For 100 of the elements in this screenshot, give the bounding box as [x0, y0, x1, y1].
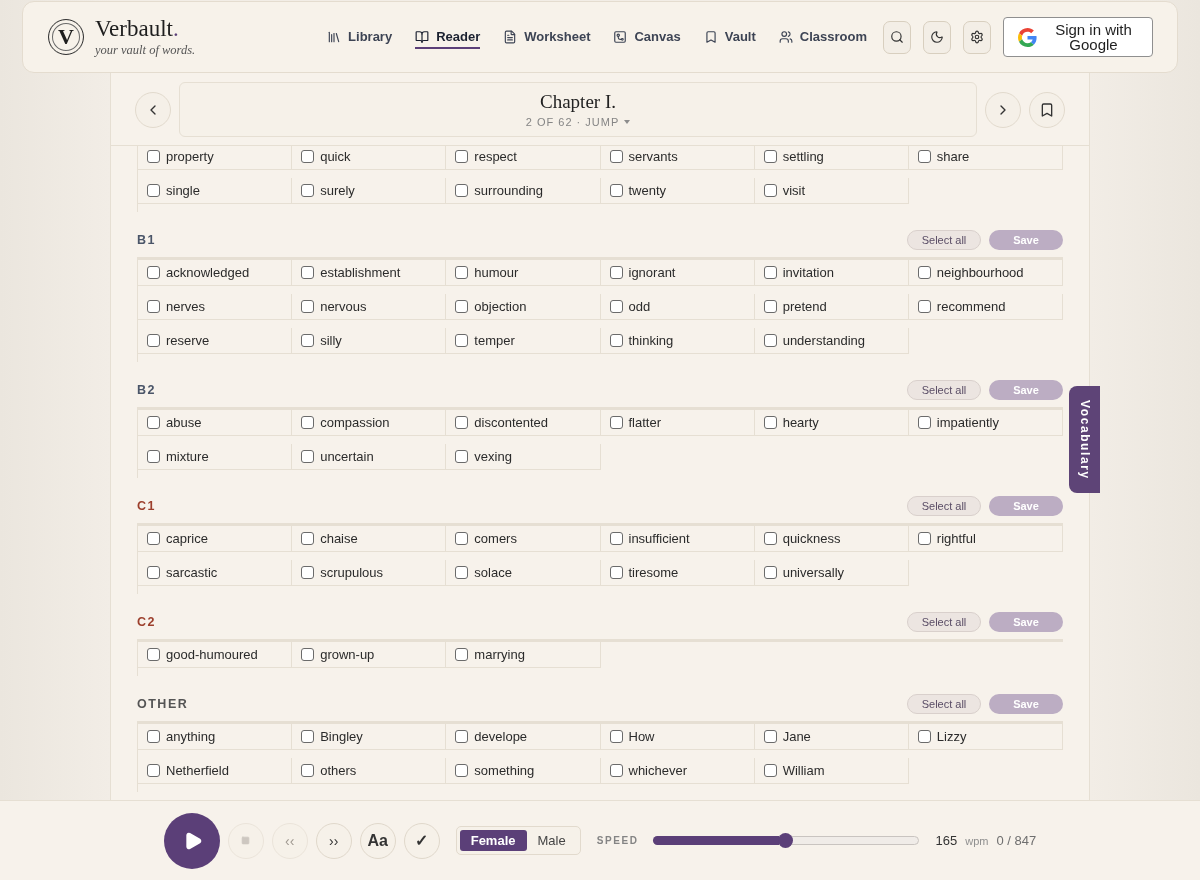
checkbox[interactable] — [917, 416, 931, 429]
checkbox[interactable] — [455, 266, 469, 279]
word-label: Jane — [782, 729, 811, 744]
checkbox[interactable] — [763, 764, 777, 777]
checkbox[interactable] — [763, 532, 777, 545]
checkbox[interactable] — [917, 266, 931, 279]
speed-slider-track[interactable] — [652, 836, 919, 845]
word-label: servants — [628, 149, 678, 164]
checkbox[interactable] — [147, 648, 160, 661]
checkbox[interactable] — [917, 300, 931, 313]
checkbox[interactable] — [455, 764, 469, 777]
checkbox[interactable] — [763, 334, 777, 347]
search-button[interactable] — [883, 20, 911, 54]
checkbox[interactable] — [147, 450, 160, 463]
checkbox[interactable] — [609, 416, 623, 429]
checkbox[interactable] — [763, 150, 777, 163]
checkbox[interactable] — [301, 150, 315, 163]
checkbox[interactable] — [301, 566, 315, 579]
word-label: uncertain — [320, 449, 374, 464]
checkbox[interactable] — [455, 730, 469, 743]
checkbox[interactable] — [301, 300, 315, 313]
word-label: grown-up — [320, 647, 375, 662]
skip-forward-button[interactable]: ›› — [315, 822, 352, 859]
level-heading: OTHER — [137, 697, 189, 711]
nav-tab[interactable]: Library — [327, 25, 393, 49]
checkbox[interactable] — [609, 184, 623, 197]
checkbox[interactable] — [609, 266, 623, 279]
checkbox[interactable] — [301, 450, 315, 463]
checkbox[interactable] — [147, 334, 160, 347]
word-label: nervous — [320, 299, 367, 314]
checkbox[interactable] — [763, 266, 777, 279]
select-all-button[interactable]: Select all — [907, 496, 981, 516]
checkbox[interactable] — [147, 184, 160, 197]
checkbox[interactable] — [455, 648, 469, 661]
checkbox[interactable] — [147, 150, 160, 163]
vocabulary-tab[interactable]: Vocabulary — [1069, 386, 1100, 493]
level-heading: B2 — [137, 383, 156, 397]
checkbox[interactable] — [147, 532, 160, 545]
checkbox[interactable] — [609, 532, 623, 545]
word-label: vexing — [474, 449, 512, 464]
word-label: good-humoured — [166, 647, 258, 662]
checkbox[interactable] — [301, 764, 315, 777]
settings-icon — [970, 30, 984, 44]
select-all-button[interactable]: Select all — [907, 612, 981, 632]
word-label: share — [936, 149, 970, 164]
select-all-button[interactable]: Select all — [907, 694, 981, 714]
checkbox[interactable] — [609, 764, 623, 777]
checkbox[interactable] — [763, 300, 777, 313]
checkbox[interactable] — [301, 532, 315, 545]
checkbox[interactable] — [301, 334, 315, 347]
word-label: others — [320, 763, 357, 778]
settings-button[interactable] — [963, 20, 991, 54]
checkbox[interactable] — [147, 416, 160, 429]
select-all-button[interactable]: Select all — [907, 230, 981, 250]
theme-button[interactable] — [923, 20, 951, 54]
checkbox[interactable] — [609, 566, 623, 579]
checkbox[interactable] — [147, 266, 160, 279]
nav-tab[interactable]: Canvas — [613, 25, 681, 49]
nav-tab[interactable]: Vault — [703, 25, 756, 49]
checkbox[interactable] — [763, 730, 777, 743]
checkbox[interactable] — [609, 150, 623, 163]
checkbox[interactable] — [455, 334, 469, 347]
checkbox[interactable] — [763, 566, 777, 579]
checkbox[interactable] — [301, 648, 315, 661]
checkbox[interactable] — [301, 266, 315, 279]
word-label: discontented — [474, 415, 549, 430]
select-all-button[interactable]: Select all — [907, 380, 981, 400]
slider-thumb[interactable] — [778, 833, 794, 848]
word-label: solace — [474, 565, 512, 580]
checkbox[interactable] — [147, 764, 160, 777]
checkbox[interactable] — [609, 334, 623, 347]
checkbox[interactable] — [147, 730, 160, 743]
nav-tab[interactable]: Reader — [415, 25, 481, 49]
voice-option[interactable]: Male — [526, 830, 577, 851]
checkbox[interactable] — [455, 150, 469, 163]
checkbox[interactable] — [455, 566, 469, 579]
bookmark-button[interactable] — [1029, 91, 1065, 128]
checkbox[interactable] — [455, 416, 469, 429]
checkbox[interactable] — [147, 566, 160, 579]
checkbox[interactable] — [455, 184, 469, 197]
mark-read-button[interactable]: ✓ — [403, 822, 440, 859]
checkbox[interactable] — [455, 532, 469, 545]
nav-tab[interactable]: Worksheet — [503, 25, 591, 49]
checkbox[interactable] — [301, 416, 315, 429]
checkbox[interactable] — [763, 184, 777, 197]
checkbox[interactable] — [917, 150, 931, 163]
checkbox[interactable] — [455, 450, 469, 463]
google-sign-in-button[interactable]: Sign in with Google — [1003, 17, 1153, 57]
nav-tab[interactable]: Classroom — [778, 25, 867, 49]
checkbox[interactable] — [917, 730, 931, 743]
checkbox[interactable] — [609, 730, 623, 743]
checkbox[interactable] — [763, 416, 777, 429]
checkbox[interactable] — [147, 300, 160, 313]
font-size-button[interactable]: Aa — [359, 822, 396, 859]
checkbox[interactable] — [301, 730, 315, 743]
checkbox[interactable] — [455, 300, 469, 313]
checkbox[interactable] — [301, 184, 315, 197]
checkbox[interactable] — [609, 300, 623, 313]
voice-option[interactable]: Female — [459, 830, 527, 851]
checkbox[interactable] — [917, 532, 931, 545]
